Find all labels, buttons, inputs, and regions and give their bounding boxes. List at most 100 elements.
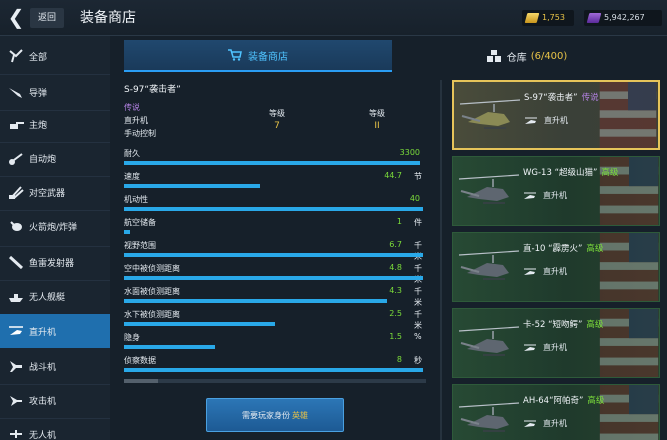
- silver-bar-icon: [586, 13, 602, 23]
- shopping-cart-icon: [228, 49, 242, 61]
- card-title: S-97“袭击者”: [524, 93, 578, 103]
- stat-unit: 件: [414, 218, 422, 227]
- helicopter-icon: [524, 420, 536, 427]
- vip-text: 需要玩家身份: [242, 410, 290, 420]
- back-arrow-icon[interactable]: ❮: [6, 7, 26, 29]
- card-type: 直升机: [524, 115, 568, 126]
- stat-unit: 秒: [414, 356, 422, 365]
- helicopter-icon: [5, 323, 27, 339]
- sidebar-item-label: 无人机: [29, 430, 57, 440]
- sidebar-item-label: 导弹: [29, 88, 48, 99]
- helicopter-image: [458, 250, 520, 280]
- helicopter-image: [458, 174, 520, 204]
- vertical-scrollbar[interactable]: [440, 80, 442, 440]
- card-type-label: 直升机: [543, 419, 567, 428]
- sidebar-item-missile[interactable]: 导弹: [0, 74, 110, 110]
- card-title: 卡-52 “短吻鳄”: [523, 320, 583, 330]
- item-card[interactable]: AH-64“阿帕奇” 高级直升机: [452, 384, 660, 440]
- card-type: 直升机: [523, 342, 567, 353]
- card-name: AH-64“阿帕奇” 高级: [523, 394, 604, 406]
- stat-value: 4.3: [389, 286, 402, 295]
- silver-amount: 5,942,267: [604, 13, 645, 22]
- tab-equipment-shop[interactable]: 装备商店: [124, 40, 392, 72]
- stat-bar: [124, 368, 423, 372]
- stat-row: 机动性 40: [124, 192, 428, 215]
- card-type: 直升机: [523, 418, 567, 429]
- sidebar-item-label: 鱼雷发射器: [29, 258, 75, 269]
- sidebar-item-label: 全部: [29, 52, 48, 63]
- card-name: S-97“袭击者” 传说: [524, 91, 599, 103]
- stat-row: 水下被侦测距离 2.5 千米: [124, 307, 428, 330]
- flag-background: [599, 385, 659, 440]
- helicopter-image: [458, 402, 520, 432]
- level-value: 7: [274, 121, 280, 131]
- stat-row: 航空储备 1 件: [124, 215, 428, 238]
- stat-name: 隐身: [124, 333, 140, 342]
- flag-background: [599, 233, 659, 301]
- gold-balance[interactable]: 1,753: [522, 10, 574, 26]
- gold-bar-icon: [524, 13, 540, 23]
- card-type: 直升机: [523, 190, 567, 201]
- card-title: 直-10 “霹雳火”: [523, 244, 583, 254]
- stat-row: 空中被侦测距离 4.8 千米: [124, 261, 428, 284]
- sidebar-item-label: 攻击机: [29, 396, 57, 407]
- card-title: AH-64“阿帕奇”: [523, 396, 584, 406]
- horizontal-scrollbar[interactable]: [124, 379, 426, 383]
- helicopter-icon: [524, 344, 536, 351]
- stat-bar: [124, 299, 387, 303]
- sidebar-item-fighter[interactable]: 战斗机: [0, 348, 110, 384]
- vip-requirement-button[interactable]: 需要玩家身份 英雄: [206, 398, 344, 432]
- stat-row: 视野范围 6.7 千米: [124, 238, 428, 261]
- card-type-label: 直升机: [543, 343, 567, 352]
- card-rarity: 高级: [587, 396, 605, 406]
- card-name: WG-13 “超级山猫” 高级: [523, 166, 618, 178]
- vip-level: 英雄: [292, 410, 308, 420]
- tab-warehouse[interactable]: 仓库 (6/400): [392, 40, 662, 72]
- stat-value: 6.7: [389, 240, 402, 249]
- boxes-icon: [486, 50, 501, 62]
- item-card[interactable]: 卡-52 “短吻鳄” 高级直升机: [452, 308, 660, 378]
- stat-name: 水下被侦测距离: [124, 310, 180, 319]
- sidebar-item-label: 火箭炮/炸弹: [29, 222, 78, 233]
- scrollbar-thumb[interactable]: [124, 379, 158, 383]
- sidebar-item-auto-cannon[interactable]: 自动炮: [0, 140, 110, 176]
- silver-balance[interactable]: 5,942,267: [584, 10, 662, 26]
- stat-value: 8: [396, 355, 402, 364]
- sidebar-item-anti-air[interactable]: 对空武器: [0, 174, 110, 210]
- sidebar-item-label: 直升机: [29, 327, 57, 338]
- stat-value: 1: [396, 217, 402, 226]
- back-button[interactable]: 返回: [30, 8, 65, 28]
- stat-unit: 千米: [414, 264, 422, 284]
- top-bar: ❮ 返回 装备商店 1,753 5,942,267: [0, 0, 667, 36]
- item-name: S-97“袭击者”: [124, 85, 181, 95]
- item-control-mode: 手动控制: [124, 129, 156, 138]
- stat-name: 水面被侦测距离: [124, 287, 180, 296]
- missile-icon: [5, 84, 27, 100]
- stat-unit: 节: [414, 172, 422, 181]
- sidebar-item-rocket-bomb[interactable]: 火箭炮/炸弹: [0, 208, 110, 244]
- sidebar-item-main-gun[interactable]: 主炮: [0, 106, 110, 142]
- auto-cannon-icon: [5, 150, 27, 166]
- item-card[interactable]: WG-13 “超级山猫” 高级 直升机: [452, 156, 660, 226]
- card-name: 卡-52 “短吻鳄” 高级: [523, 318, 603, 330]
- stat-name: 机动性: [124, 195, 148, 204]
- item-card[interactable]: S-97“袭击者” 传说 直升机: [452, 80, 660, 150]
- stat-name: 视野范围: [124, 241, 156, 250]
- stat-bar: [124, 345, 215, 349]
- sidebar-item-attacker[interactable]: 攻击机: [0, 382, 110, 418]
- sidebar-item-label: 无人舰艇: [29, 292, 66, 303]
- card-rarity: 传说: [581, 93, 599, 103]
- tier-block: 等级 II: [357, 108, 397, 131]
- sidebar-item-helicopter[interactable]: 直升机: [0, 314, 110, 348]
- sidebar-item-label: 战斗机: [29, 362, 57, 373]
- stat-unit: %: [414, 332, 422, 341]
- card-name: 直-10 “霹雳火” 高级: [523, 242, 603, 254]
- sidebar-item-torpedo[interactable]: 鱼雷发射器: [0, 244, 110, 280]
- flag-background: [599, 309, 659, 377]
- sidebar-item-drone[interactable]: 无人机: [0, 416, 110, 440]
- item-card[interactable]: 直-10 “霹雳火” 高级 直升机: [452, 232, 660, 302]
- stat-value: 44.7: [384, 171, 402, 180]
- sidebar-item-all[interactable]: 全部: [0, 38, 110, 74]
- sidebar-item-drone-ship[interactable]: 无人舰艇: [0, 278, 110, 314]
- level-block: 等级 7: [257, 108, 297, 131]
